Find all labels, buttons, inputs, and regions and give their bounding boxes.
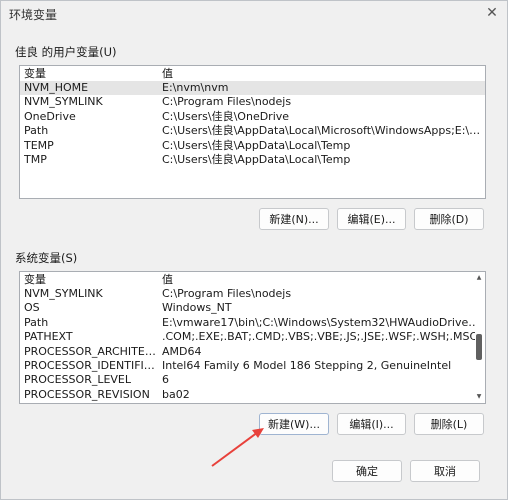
variable-name: NVM_SYMLINK <box>24 287 103 300</box>
table-row[interactable]: PROCESSOR_LEVEL 6 <box>20 373 485 387</box>
scroll-thumb[interactable] <box>476 334 482 360</box>
cancel-button[interactable]: 取消 <box>410 460 480 482</box>
ok-button[interactable]: 确定 <box>332 460 402 482</box>
variable-name: PROCESSOR_REVISION <box>24 387 150 401</box>
user-variables-label: 佳良 的用户变量(U) <box>15 45 117 59</box>
system-variables-list[interactable]: 变量 值 NVM_SYMLINK C:\Program Files\nodejs O… <box>19 271 486 404</box>
scroll-down-icon[interactable]: ▼ <box>475 393 483 401</box>
column-header-value: 值 <box>162 273 173 286</box>
variable-value: C:\Program Files\nodejs <box>162 95 292 109</box>
table-row[interactable]: PATHEXT .COM;.EXE;.BAT;.CMD;.VBS;.VBE;.JS… <box>20 330 485 344</box>
window-title: 环境变量 <box>9 8 58 22</box>
user-edit-button[interactable]: 编辑(E)... <box>337 208 406 230</box>
system-list-scrollbar[interactable]: ▲ ▼ <box>475 274 483 401</box>
table-row[interactable]: PROCESSOR_REVISION ba02 <box>20 388 485 402</box>
scroll-up-icon[interactable]: ▲ <box>475 274 483 282</box>
variable-value: ba02 <box>162 387 190 401</box>
variable-name: TMP <box>24 152 47 166</box>
variable-value: E:\vmware17\bin\;C:\Windows\System32\HWA… <box>162 315 481 329</box>
title-bar[interactable]: 环境变量 ✕ <box>1 1 507 27</box>
variable-value: C:\Program Files\nodejs <box>162 287 292 300</box>
table-row[interactable]: NVM_SYMLINK C:\Program Files\nodejs <box>20 287 485 301</box>
table-row[interactable]: TMP C:\Users\佳良\AppData\Local\Temp <box>20 153 485 167</box>
table-row[interactable]: Path C:\Users\佳良\AppData\Local\Microsoft\… <box>20 124 485 138</box>
user-variables-list[interactable]: 变量 值 NVM_HOME E:\nvm\nvm NVM_SYMLINK C:\Pro… <box>19 65 486 199</box>
variable-name: OS <box>24 301 40 315</box>
variable-name: Path <box>24 315 49 329</box>
table-row[interactable]: NVM_HOME E:\nvm\nvm <box>20 81 485 96</box>
variable-name: NVM_SYMLINK <box>24 95 103 109</box>
variable-value: AMD64 <box>162 344 202 358</box>
variable-value: Intel64 Family 6 Model 186 Stepping 2, G… <box>162 358 452 372</box>
variable-value: C:\Users\佳良\AppData\Local\Temp <box>162 138 351 152</box>
column-header-variable: 变量 <box>24 67 46 80</box>
environment-variables-dialog: 环境变量 ✕ 佳良 的用户变量(U) 变量 值 NVM_HOME E:\nvm\n… <box>0 0 508 500</box>
table-row[interactable]: PROCESSOR_IDENTIFIER Intel64 Family 6 Mod… <box>20 359 485 373</box>
variable-value: 6 <box>162 373 169 387</box>
table-row[interactable]: OS Windows_NT <box>20 301 485 315</box>
close-icon[interactable]: ✕ <box>481 3 503 23</box>
system-edit-button[interactable]: 编辑(I)... <box>337 413 406 435</box>
variable-value: E:\nvm\nvm <box>162 81 229 94</box>
system-variables-label: 系统变量(S) <box>15 251 78 265</box>
user-delete-button[interactable]: 删除(D) <box>414 208 484 230</box>
column-header-variable: 变量 <box>24 273 46 286</box>
user-variables-header: 变量 值 <box>20 66 485 81</box>
variable-value: Windows_NT <box>162 301 232 315</box>
variable-name: TEMP <box>24 138 54 152</box>
table-row[interactable]: OneDrive C:\Users\佳良\OneDrive <box>20 110 485 124</box>
variable-value: C:\Users\佳良\OneDrive <box>162 109 290 123</box>
system-delete-button[interactable]: 删除(L) <box>414 413 484 435</box>
variable-name: Path <box>24 124 49 138</box>
table-row[interactable]: TEMP C:\Users\佳良\AppData\Local\Temp <box>20 139 485 153</box>
variable-name: PATHEXT <box>24 330 73 344</box>
table-row[interactable]: PROCESSOR_ARCHITECTU... AMD64 <box>20 345 485 359</box>
column-header-value: 值 <box>162 67 173 80</box>
variable-name: PROCESSOR_IDENTIFIER <box>24 358 158 372</box>
variable-value: C:\Users\佳良\AppData\Local\Temp <box>162 152 351 166</box>
table-row[interactable]: NVM_SYMLINK C:\Program Files\nodejs <box>20 95 485 109</box>
user-new-button[interactable]: 新建(N)... <box>259 208 329 230</box>
system-variables-header: 变量 值 <box>20 272 485 287</box>
variable-name: NVM_HOME <box>24 81 89 94</box>
variable-name: PROCESSOR_ARCHITECTU... <box>24 344 158 358</box>
variable-name: OneDrive <box>24 109 76 123</box>
system-new-button[interactable]: 新建(W)... <box>259 413 329 435</box>
variable-name: PROCESSOR_LEVEL <box>24 373 132 387</box>
variable-value: C:\Users\佳良\AppData\Local\Microsoft\Wind… <box>162 124 481 138</box>
variable-value: .COM;.EXE;.BAT;.CMD;.VBS;.VBE;.JS;.JSE;.… <box>162 330 478 344</box>
table-row[interactable]: Path E:\vmware17\bin\;C:\Windows\System32… <box>20 316 485 330</box>
